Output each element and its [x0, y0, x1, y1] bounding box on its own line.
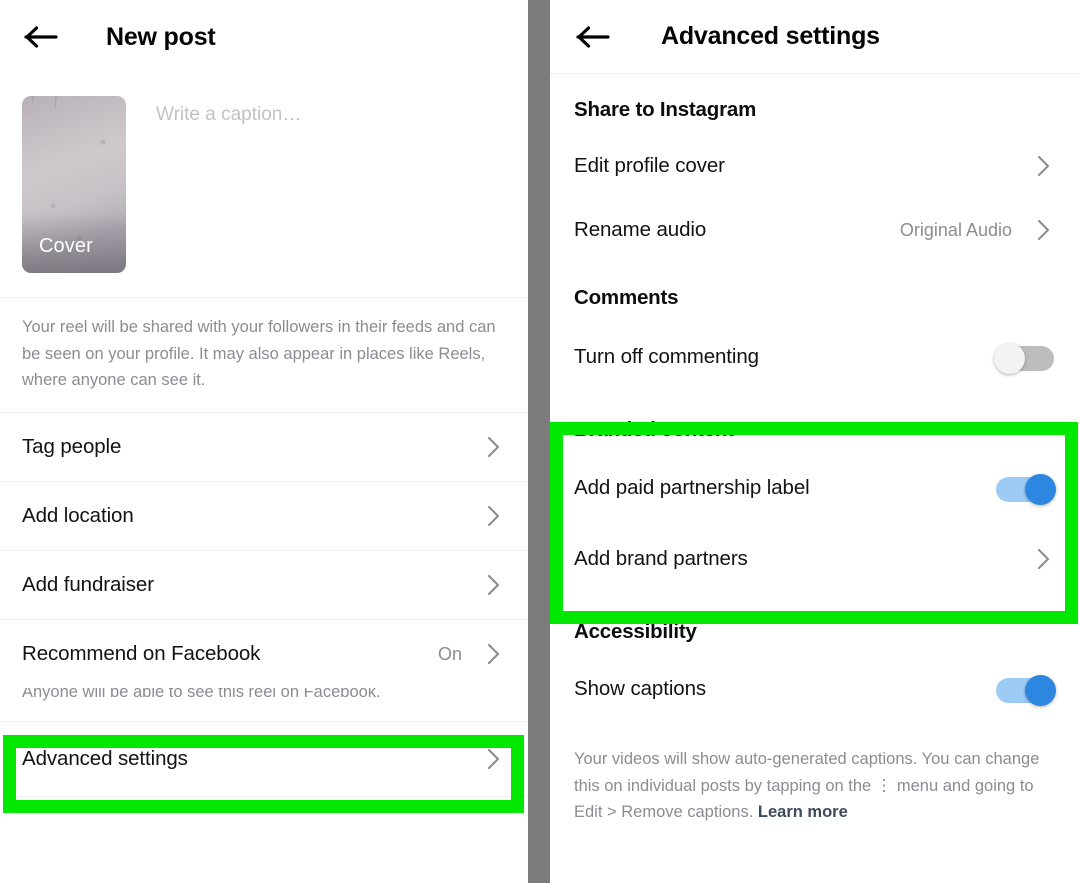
toggle-knob [1025, 474, 1056, 505]
row-label: Rename audio [574, 218, 707, 241]
chevron-right-icon [484, 506, 504, 527]
screenshot-root: New post Cover Write a caption… Your ree… [0, 0, 1080, 883]
section-share-to-instagram: Share to Instagram [574, 98, 757, 121]
chevron-right-icon [484, 644, 504, 665]
chevron-right-icon [484, 575, 504, 596]
page-title: Advanced settings [661, 22, 880, 50]
composer-area: Cover Write a caption… [0, 74, 528, 297]
new-post-header: New post [0, 0, 528, 74]
row-add-location[interactable]: Add location [0, 482, 528, 551]
row-value: On [437, 643, 462, 664]
row-rename-audio[interactable]: Rename audio Original Audio [550, 198, 1080, 262]
row-label: Add paid partnership label [574, 476, 810, 499]
back-arrow-icon[interactable] [570, 14, 616, 60]
row-tag-people[interactable]: Tag people [0, 413, 528, 482]
share-note: Your reel will be shared with your follo… [22, 318, 496, 390]
section-branded-content: Branded content [574, 418, 734, 441]
back-arrow-icon[interactable] [18, 14, 64, 60]
page-title: New post [106, 22, 216, 51]
chevron-right-icon [1034, 219, 1054, 241]
toggle-knob [1025, 675, 1056, 706]
section-comments: Comments [574, 286, 679, 309]
row-label: Recommend on Facebook [22, 642, 261, 666]
row-label: Add fundraiser [22, 573, 154, 597]
learn-more-link[interactable]: Learn more [758, 803, 848, 821]
section-accessibility: Accessibility [574, 620, 697, 643]
row-add-paid-partnership-label[interactable]: Add paid partnership label [550, 452, 1080, 524]
row-label: Add location [22, 504, 134, 528]
advanced-settings-panel: Advanced settings Share to Instagram Edi… [550, 0, 1080, 883]
row-label: Show captions [574, 677, 707, 700]
row-advanced-settings[interactable]: Advanced settings [0, 721, 528, 796]
new-post-panel: New post Cover Write a caption… Your ree… [0, 0, 528, 883]
row-label: Tag people [22, 435, 122, 459]
toggle-turn-off-commenting[interactable] [994, 343, 1054, 374]
row-label: Edit profile cover [574, 154, 725, 177]
row-turn-off-commenting[interactable]: Turn off commenting [550, 322, 1080, 392]
cover-label: Cover [39, 235, 93, 257]
caption-placeholder: Write a caption… [156, 104, 302, 125]
bottom-spacer [0, 797, 528, 837]
cover-thumbnail[interactable]: Cover [22, 96, 126, 273]
advanced-settings-header: Advanced settings [550, 0, 1080, 74]
toggle-show-captions[interactable] [996, 675, 1056, 706]
row-show-captions[interactable]: Show captions [550, 654, 1080, 724]
panel-divider [528, 0, 550, 883]
chevron-right-icon [1034, 548, 1054, 570]
captions-footnote: Your videos will show auto-generated cap… [550, 724, 1080, 826]
row-label: Add brand partners [574, 547, 748, 570]
chevron-right-icon [484, 748, 504, 769]
row-label: Turn off commenting [574, 345, 759, 368]
toggle-knob [994, 343, 1025, 374]
toggle-add-paid-partnership-label[interactable] [996, 474, 1056, 505]
caption-input[interactable]: Write a caption… [126, 96, 508, 273]
row-add-brand-partners[interactable]: Add brand partners [550, 524, 1080, 594]
row-add-fundraiser[interactable]: Add fundraiser [0, 551, 528, 620]
row-recommend-on-facebook[interactable]: Recommend on Facebook On [0, 620, 528, 689]
overflow-menu-icon: ⋮ [875, 776, 893, 795]
chevron-right-icon [1034, 155, 1054, 177]
row-value: Original Audio [899, 219, 1012, 240]
row-label: Advanced settings [22, 746, 188, 770]
chevron-right-icon [484, 437, 504, 458]
row-edit-profile-cover[interactable]: Edit profile cover [550, 134, 1080, 198]
